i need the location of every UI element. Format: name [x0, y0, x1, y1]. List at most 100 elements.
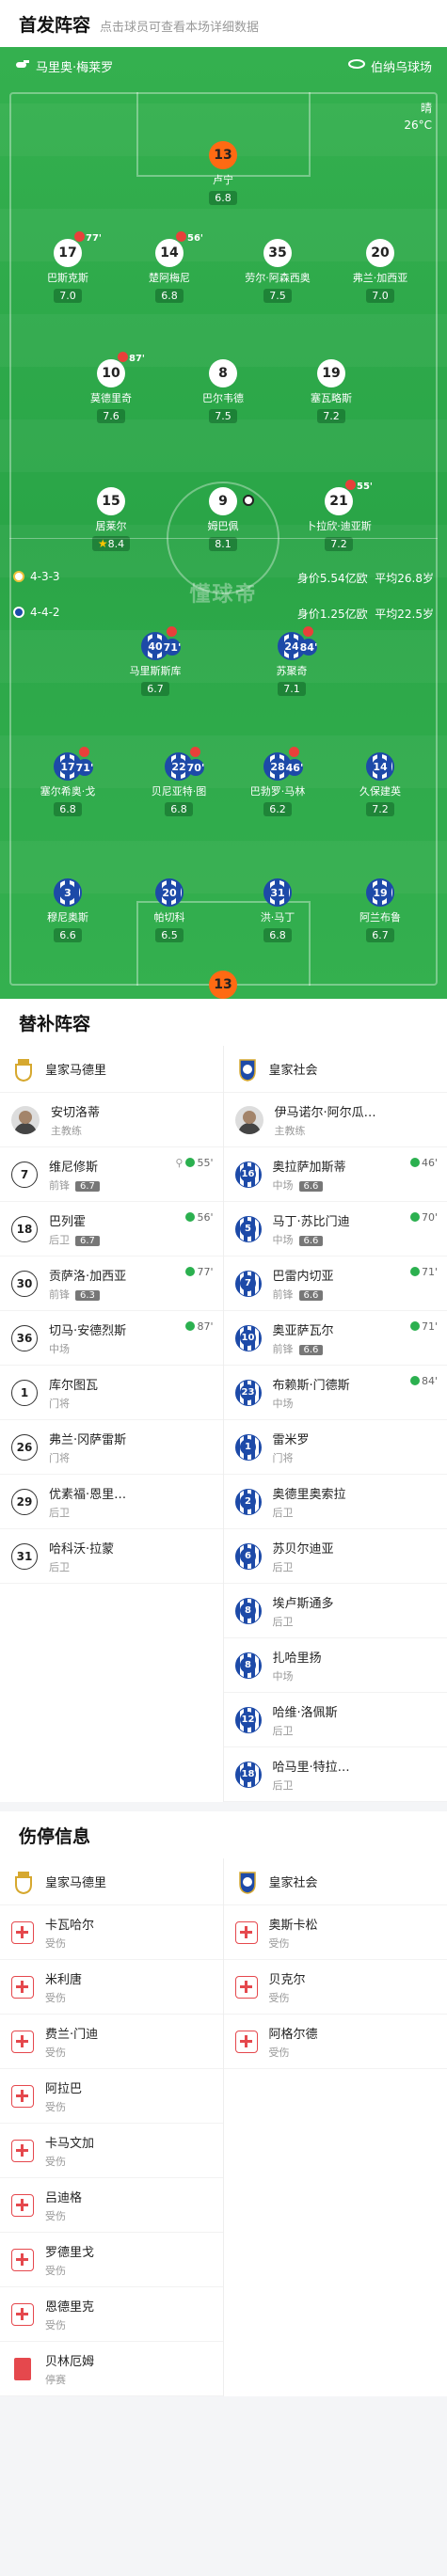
player-away[interactable]: 3 穆尼奥斯 6.6 — [25, 878, 110, 942]
team-row-home[interactable]: 皇家马德里 — [0, 1858, 223, 1905]
injury-row[interactable]: 贝林厄姆 停赛 — [0, 2342, 223, 2396]
substitute-row[interactable]: 7 巴雷内切亚 前锋 6.6 71' — [223, 1256, 447, 1311]
player-number: 29 — [16, 1494, 33, 1509]
injury-row[interactable]: 卡瓦哈尔 受伤 — [0, 1905, 223, 1960]
substitute-row[interactable]: 26 弗兰·冈萨雷斯 门将 — [0, 1420, 223, 1475]
player-away[interactable]: 17 71' 塞尔希奥·戈 6.8 — [25, 747, 110, 816]
player-name: 吕迪格 — [45, 2190, 83, 2205]
sub-in-icon — [185, 1158, 196, 1167]
substitute-row[interactable]: 1 库尔图瓦 门将 — [0, 1366, 223, 1420]
coach-row[interactable]: 伊马诺尔·阿尔瓜西尔 主教练 — [223, 1093, 447, 1147]
injury-row[interactable]: 吕迪格 受伤 — [0, 2178, 223, 2233]
injury-row[interactable]: 罗德里戈 受伤 — [0, 2233, 223, 2287]
player-number: 23 — [240, 1384, 256, 1400]
player-position: 前锋 — [49, 1288, 70, 1301]
player-home[interactable]: 8 巴尔韦德 7.5 — [181, 359, 265, 423]
sub-in-icon — [409, 1158, 420, 1167]
substitute-row[interactable]: 6 苏贝尔迪亚 后卫 — [223, 1529, 447, 1584]
player-rating: 7.2 — [366, 802, 394, 816]
player-home[interactable]: 10 87' 莫德里奇 7.6 — [69, 352, 153, 423]
injury-row[interactable]: 阿拉巴 受伤 — [0, 2069, 223, 2124]
substitute-row[interactable]: 30 贡萨洛·加西亚 前锋 6.3 77' — [0, 1256, 223, 1311]
jersey-icon: 18 — [234, 1761, 262, 1788]
substitute-row[interactable]: 2 奥德里奥索拉 后卫 — [223, 1475, 447, 1529]
player-number: 20 — [161, 884, 178, 901]
team-row-away[interactable]: 皇家社会 — [223, 1858, 447, 1905]
player-away[interactable]: 31 洪·马丁 6.8 — [235, 878, 320, 942]
player-position: 后卫 — [272, 1560, 294, 1573]
substitute-row[interactable]: 7 维尼修斯 前锋 6.7 ⚲ 55' — [0, 1147, 223, 1202]
jersey-icon: 12 — [234, 1706, 262, 1733]
player-name: 米利唐 — [45, 1972, 83, 1987]
substitute-row[interactable]: 31 哈科沃·拉蒙 后卫 — [0, 1529, 223, 1584]
team-row-home[interactable]: 皇家马德里 — [0, 1046, 223, 1093]
injury-row[interactable]: 卡马文加 受伤 — [0, 2124, 223, 2178]
jersey-icon: 10 87' — [97, 352, 145, 387]
jersey-icon: 36 — [11, 1324, 38, 1351]
player-position: 前锋 — [272, 1288, 294, 1301]
player-away[interactable]: 40 71' 马里斯斯库 6.7 — [113, 626, 198, 696]
injury-status: 受伤 — [268, 1936, 290, 1950]
jersey-icon: 10 — [234, 1324, 262, 1351]
player-home[interactable]: 19 塞瓦略斯 7.2 — [289, 359, 374, 423]
jersey-icon: 24 84' — [278, 626, 317, 660]
rating-value: 6.7 — [147, 683, 164, 695]
player-name: 穆尼奥斯 — [47, 911, 88, 924]
player-home[interactable]: 20 弗兰·加西亚 7.0 — [338, 239, 423, 303]
substitute-row[interactable]: 16 奥拉萨加斯蒂 中场 6.6 46' — [223, 1147, 447, 1202]
player-away[interactable]: 20 帕切科 6.5 — [127, 878, 212, 942]
injury-row[interactable]: 米利唐 受伤 — [0, 1960, 223, 2015]
player-rating: 7.1 — [278, 682, 306, 696]
substitute-row[interactable]: 29 优素福·恩里… 后卫 — [0, 1475, 223, 1529]
player-away[interactable]: 24 84' 苏聚奇 7.1 — [249, 626, 334, 696]
coach-row[interactable]: 安切洛蒂 主教练 — [0, 1093, 223, 1147]
substitute-row[interactable]: 8 扎哈里扬 中场 — [223, 1638, 447, 1693]
injury-row[interactable]: 贝克尔 受伤 — [223, 1960, 447, 2015]
sub-time: 71' — [164, 639, 181, 656]
weather-info: 晴 26°C — [404, 100, 432, 134]
stadium-label: 伯纳乌球场 — [370, 60, 432, 75]
player-home[interactable]: 21 55' 卜拉欣·迪亚斯 7.2 — [296, 480, 381, 551]
player-away[interactable]: 19 阿兰布鲁 6.7 — [338, 878, 423, 942]
jersey-icon: 15 — [97, 487, 125, 515]
jersey-icon: 21 55' — [325, 480, 373, 515]
team-row-away[interactable]: 皇家社会 — [223, 1046, 447, 1093]
player-home[interactable]: 14 56' 楚阿梅尼 6.8 — [127, 231, 212, 303]
substitute-row[interactable]: 18 巴列霍 后卫 6.7 56' — [0, 1202, 223, 1256]
player-name: 久保建英 — [359, 785, 401, 798]
team-name: 皇家社会 — [268, 1064, 318, 1078]
player-rating: 6.6 — [298, 1289, 324, 1301]
sub-time: 87' — [129, 354, 145, 364]
real-madrid-crest-icon — [11, 1056, 36, 1083]
substitute-row[interactable]: 5 马丁·苏比门迪 中场 6.6 70' — [223, 1202, 447, 1256]
player-away[interactable]: 14 久保建英 7.2 — [338, 752, 423, 816]
substitute-row[interactable]: 1 雷米罗 门将 — [223, 1420, 447, 1475]
player-away[interactable]: 22 70' 贝尼亚特·图 6.8 — [136, 747, 221, 816]
player-home[interactable]: 15 居莱尔 ★8.4 — [69, 487, 153, 551]
substitute-row[interactable]: 23 布赖斯·门德斯 中场 84' — [223, 1366, 447, 1420]
substitute-row[interactable]: 18 哈马里·特拉… 后卫 — [223, 1747, 447, 1802]
player-away[interactable]: 28 46' 巴勃罗·马林 6.2 — [235, 747, 320, 816]
away-subs-column: 皇家社会 伊马诺尔·阿尔瓜西尔 主教练 16 奥拉萨加斯蒂 中场 6.6 46' 5 马丁·苏… — [223, 1046, 447, 1802]
injury-status: 停赛 — [45, 2373, 66, 2386]
player-home[interactable]: 13 卢宁 6.8 — [181, 141, 265, 205]
substitute-row[interactable]: 36 切马·安德烈斯 中场 87' — [0, 1311, 223, 1366]
injury-row[interactable]: 阿格尔德 受伤 — [223, 2015, 447, 2069]
player-away[interactable]: 13马雷罗8.1 — [181, 971, 265, 999]
sub-time: 84' — [421, 1375, 438, 1387]
player-home[interactable]: 9 姆巴佩 8.1 — [181, 487, 265, 551]
player-position: 后卫 — [272, 1506, 294, 1519]
player-home[interactable]: 17 77' 巴斯克斯 7.0 — [25, 231, 110, 303]
player-rating: 7.2 — [317, 409, 345, 423]
jersey-icon: 31 — [11, 1542, 38, 1570]
injury-row[interactable]: 恩德里克 受伤 — [0, 2287, 223, 2342]
substitute-row[interactable]: 10 奥亚萨瓦尔 前锋 6.6 71' — [223, 1311, 447, 1366]
player-home[interactable]: 35 劳尔·阿森西奥 7.5 — [235, 239, 320, 303]
injury-status: 受伤 — [45, 2264, 66, 2277]
injury-row[interactable]: 奥斯卡松 受伤 — [223, 1905, 447, 1960]
player-number: 14 — [160, 245, 179, 261]
injury-row[interactable]: 费兰·门迪 受伤 — [0, 2015, 223, 2069]
substitute-row[interactable]: 8 埃卢斯通多 后卫 — [223, 1584, 447, 1638]
substitute-row[interactable]: 12 哈维·洛佩斯 后卫 — [223, 1693, 447, 1747]
away-injury-column: 皇家社会 奥斯卡松 受伤 贝克尔 受伤 阿格尔德 受伤 — [223, 1858, 447, 2396]
